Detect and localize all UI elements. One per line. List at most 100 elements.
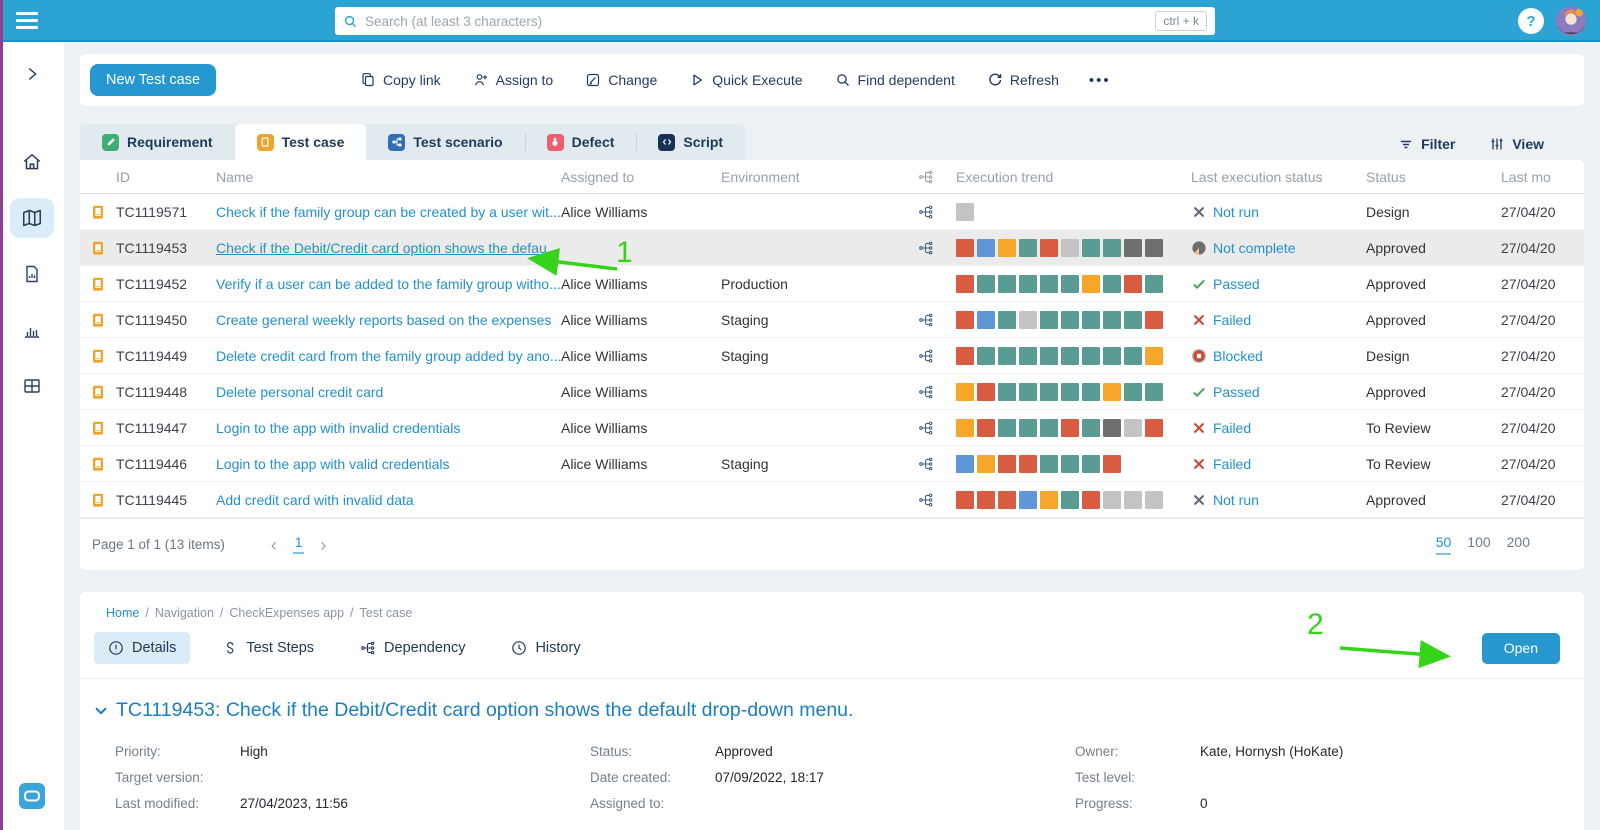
sidebar-item-home[interactable]	[10, 142, 54, 182]
detail-tab-history[interactable]: History	[497, 632, 594, 664]
new-test-case-button[interactable]: New Test case	[90, 64, 216, 96]
field-value: Kate, Hornysh (HoKate)	[1200, 744, 1343, 759]
tab-defect[interactable]: Defect	[525, 124, 637, 160]
bar-chart-icon	[22, 320, 42, 340]
failed-icon	[1191, 420, 1207, 436]
breadcrumb-item[interactable]: Test case	[360, 606, 413, 620]
row-name-link[interactable]: Delete credit card from the family group…	[216, 348, 561, 364]
breadcrumb-item[interactable]: Navigation	[155, 606, 214, 620]
column-header-last-execution-status[interactable]: Last execution status	[1191, 160, 1366, 193]
chevron-right-icon	[23, 65, 41, 83]
trend-square	[1103, 275, 1121, 293]
execution-status-link[interactable]: Blocked	[1213, 348, 1263, 364]
dependency-icon[interactable]	[918, 240, 934, 256]
field-label: Progress:	[1075, 796, 1200, 811]
tab-test-scenario[interactable]: Test scenario	[366, 124, 524, 160]
page-number[interactable]: 1	[293, 535, 305, 554]
execution-status-link[interactable]: Not complete	[1213, 240, 1295, 256]
table-row[interactable]: TC1119446Login to the app with valid cre…	[80, 446, 1584, 482]
tab-test-case[interactable]: Test case	[235, 124, 367, 160]
detail-tab-test-steps[interactable]: Test Steps	[208, 632, 328, 664]
dependency-icon[interactable]	[918, 204, 934, 220]
sidebar-item-map[interactable]	[10, 198, 54, 238]
execution-trend	[956, 374, 1191, 409]
column-header-execution-trend[interactable]: Execution trend	[956, 160, 1191, 193]
hamburger-menu-icon[interactable]	[4, 0, 50, 41]
table-row[interactable]: TC1119447Login to the app with invalid c…	[80, 410, 1584, 446]
dependency-icon[interactable]	[918, 384, 934, 400]
row-id: TC1119447	[116, 410, 216, 445]
filter-button[interactable]: Filter	[1398, 136, 1455, 152]
dependency-icon[interactable]	[918, 348, 934, 364]
detail-tab-dependency[interactable]: Dependency	[346, 632, 479, 664]
execution-status-link[interactable]: Failed	[1213, 420, 1251, 436]
execution-status-link[interactable]: Failed	[1213, 456, 1251, 472]
test-case-icon	[90, 348, 106, 364]
sidebar-item-reports[interactable]	[10, 254, 54, 294]
breadcrumb-item[interactable]: CheckExpenses app	[229, 606, 344, 620]
row-name-link[interactable]: Check if the family group can be created…	[216, 204, 561, 220]
dependency-icon[interactable]	[918, 312, 934, 328]
dependency-column-icon[interactable]	[918, 169, 934, 185]
find-dependent-button[interactable]: Find dependent	[835, 72, 955, 88]
view-button[interactable]: View	[1489, 136, 1544, 152]
tab-requirement[interactable]: Requirement	[80, 124, 235, 160]
execution-status-link[interactable]: Not run	[1213, 204, 1259, 220]
table-row[interactable]: TC1119448Delete personal credit cardAlic…	[80, 374, 1584, 410]
trend-square	[1145, 239, 1163, 257]
execution-status-link[interactable]: Not run	[1213, 492, 1259, 508]
table-row[interactable]: TC1119449Delete credit card from the fam…	[80, 338, 1584, 374]
change-button[interactable]: Change	[585, 72, 657, 88]
tab-script[interactable]: Script	[636, 124, 745, 160]
dependency-icon[interactable]	[918, 420, 934, 436]
execution-status-link[interactable]: Passed	[1213, 276, 1260, 292]
more-actions-button[interactable]: •••	[1089, 72, 1111, 89]
page-size-100[interactable]: 100	[1467, 534, 1490, 555]
sidebar-item-charts[interactable]	[10, 310, 54, 350]
help-button[interactable]: ?	[1518, 8, 1544, 34]
assign-to-button[interactable]: Assign to	[473, 72, 554, 88]
dependency-icon[interactable]	[918, 456, 934, 472]
row-name-link[interactable]: Login to the app with valid credentials	[216, 456, 449, 472]
row-name-link[interactable]: Delete personal credit card	[216, 384, 383, 400]
dependency-icon[interactable]	[918, 492, 934, 508]
column-header-name[interactable]: Name	[216, 160, 561, 193]
breadcrumb-item[interactable]: Home	[106, 606, 139, 620]
row-name-link[interactable]: Login to the app with invalid credential…	[216, 420, 460, 436]
table-row[interactable]: TC1119452Verify if a user can be added t…	[80, 266, 1584, 302]
refresh-button[interactable]: Refresh	[987, 72, 1059, 88]
column-header-environment[interactable]: Environment	[721, 160, 896, 193]
test-case-icon	[90, 384, 106, 400]
trend-square	[1082, 311, 1100, 329]
detail-tab-details[interactable]: Details	[94, 632, 190, 664]
avatar[interactable]	[1556, 6, 1586, 36]
row-name-link[interactable]: Verify if a user can be added to the fam…	[216, 276, 561, 292]
next-page-button[interactable]: ›	[320, 536, 326, 554]
page-size-50[interactable]: 50	[1436, 534, 1452, 555]
row-name-link[interactable]: Add credit card with invalid data	[216, 492, 414, 508]
column-header-last-modified[interactable]: Last mo	[1501, 160, 1584, 193]
column-header-status[interactable]: Status	[1366, 160, 1501, 193]
sidebar-item-table[interactable]	[10, 366, 54, 406]
trend-square	[1124, 239, 1142, 257]
collapse-chevron-icon[interactable]	[94, 704, 108, 718]
sidebar-expand-button[interactable]	[10, 54, 54, 94]
trend-square	[1082, 419, 1100, 437]
search-input[interactable]	[365, 14, 1155, 29]
table-row[interactable]: TC1119450Create general weekly reports b…	[80, 302, 1584, 338]
prev-page-button[interactable]: ‹	[271, 536, 277, 554]
quick-execute-button[interactable]: Quick Execute	[689, 72, 802, 88]
table-row[interactable]: TC1119453Check if the Debit/Credit card …	[80, 230, 1584, 266]
row-name-link[interactable]: Check if the Debit/Credit card option sh…	[216, 240, 558, 256]
column-header-id[interactable]: ID	[116, 160, 216, 193]
row-name-link[interactable]: Create general weekly reports based on t…	[216, 312, 551, 328]
execution-status-link[interactable]: Failed	[1213, 312, 1251, 328]
table-row[interactable]: TC1119445Add credit card with invalid da…	[80, 482, 1584, 518]
page-size-200[interactable]: 200	[1507, 534, 1530, 555]
open-button[interactable]: Open	[1482, 633, 1560, 664]
table-row[interactable]: TC1119571Check if the family group can b…	[80, 194, 1584, 230]
copy-link-button[interactable]: Copy link	[360, 72, 441, 88]
column-header-assigned-to[interactable]: Assigned to	[561, 160, 721, 193]
blocked-icon	[1191, 348, 1207, 364]
execution-status-link[interactable]: Passed	[1213, 384, 1260, 400]
